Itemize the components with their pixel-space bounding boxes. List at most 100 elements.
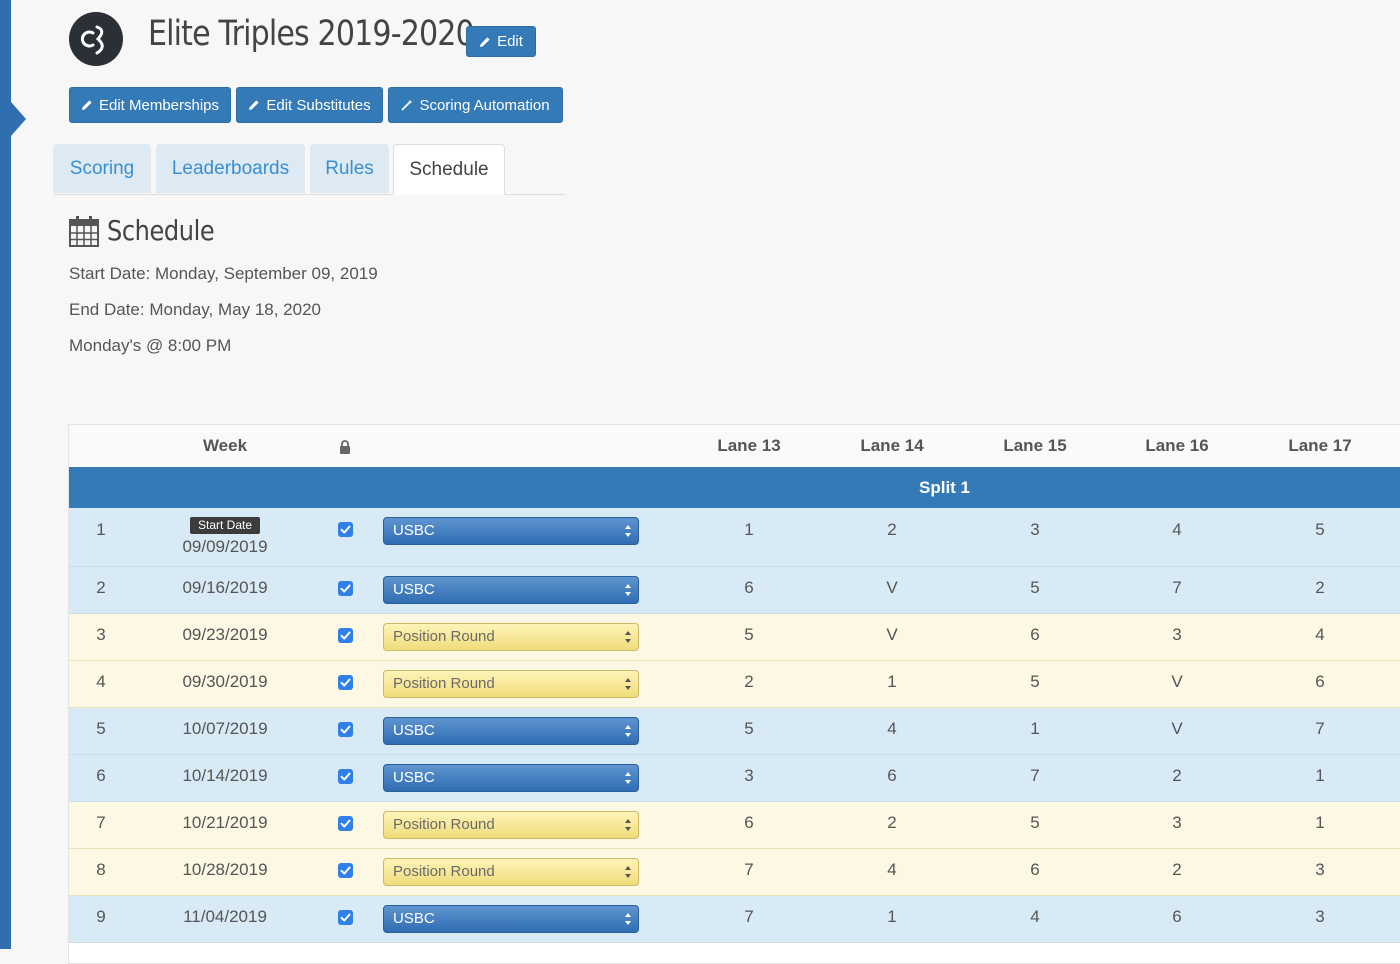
- week-number: 4: [96, 672, 106, 691]
- lane-15-cell: 5: [1030, 672, 1040, 691]
- lock-checkbox[interactable]: [338, 863, 353, 878]
- week-column-header: Week: [202, 436, 248, 455]
- sidebar-toggle-arrow[interactable]: [11, 102, 26, 136]
- tab-rules[interactable]: Rules: [310, 144, 389, 193]
- week-date: 09/23/2019: [182, 625, 268, 644]
- format-select[interactable]: Position Round: [383, 858, 639, 886]
- tab-schedule[interactable]: Schedule: [393, 144, 505, 195]
- select-arrows-icon: [625, 525, 631, 537]
- scoring-automation-label: Scoring Automation: [419, 96, 550, 114]
- week-date: 10/28/2019: [182, 860, 268, 879]
- format-select-value: Position Round: [393, 675, 495, 692]
- lane-13-cell: 5: [744, 719, 754, 738]
- format-select[interactable]: USBC: [383, 576, 639, 604]
- lane-17-cell: 4: [1315, 625, 1325, 644]
- lane-16-cell: 6: [1172, 907, 1182, 926]
- week-date: 09/30/2019: [182, 672, 268, 691]
- lane-16-cell: 2: [1172, 766, 1182, 785]
- lane-13-cell: 3: [744, 766, 754, 785]
- tab-scoring[interactable]: Scoring: [53, 144, 151, 193]
- start-date-text: Start Date: Monday, September 09, 2019: [69, 264, 378, 283]
- lane-13-cell: 5: [744, 625, 754, 644]
- lane-15-cell: 6: [1030, 625, 1040, 644]
- scoring-automation-button[interactable]: Scoring Automation: [388, 87, 563, 123]
- lock-checkbox[interactable]: [338, 522, 353, 537]
- format-select[interactable]: USBC: [383, 717, 639, 745]
- lane-14-cell: 2: [887, 520, 897, 539]
- lane-14-cell: V: [886, 625, 898, 644]
- lane-17-cell: 1: [1315, 766, 1325, 785]
- lane-17-cell: 3: [1315, 860, 1325, 879]
- format-select-value: USBC: [393, 722, 435, 739]
- lock-checkbox[interactable]: [338, 628, 353, 643]
- format-select-value: USBC: [393, 581, 435, 598]
- format-select[interactable]: USBC: [383, 905, 639, 933]
- split-header-row: Split 1: [69, 467, 1400, 508]
- week-date: 10/07/2019: [182, 719, 268, 738]
- format-select[interactable]: USBC: [383, 517, 639, 545]
- app-logo[interactable]: [69, 12, 123, 66]
- format-select[interactable]: Position Round: [383, 670, 639, 698]
- week-date: 11/04/2019: [183, 907, 267, 926]
- logo-mark-icon: [80, 25, 104, 55]
- week-date: 10/21/2019: [182, 813, 268, 832]
- lane-14-cell: 1: [887, 672, 897, 691]
- lane-16-cell: V: [1171, 719, 1183, 738]
- edit-league-button[interactable]: Edit: [466, 26, 536, 57]
- lock-checkbox[interactable]: [338, 722, 353, 737]
- format-select[interactable]: Position Round: [383, 623, 639, 651]
- calendar-icon: [69, 215, 99, 247]
- week-number: 9: [96, 907, 106, 926]
- edit-button-label: Edit: [497, 33, 523, 50]
- lock-checkbox[interactable]: [338, 910, 353, 925]
- lane-14-cell: 4: [887, 860, 897, 879]
- week-number: 6: [96, 766, 106, 785]
- lane-14-header: Lane 14: [860, 436, 924, 455]
- checkbox-checked-icon: [340, 725, 351, 734]
- edit-substitutes-button[interactable]: Edit Substitutes: [236, 87, 383, 123]
- lane-15-cell: 6: [1030, 860, 1040, 879]
- lane-16-header: Lane 16: [1145, 436, 1209, 455]
- lane-16-cell: 4: [1172, 520, 1182, 539]
- lane-13-cell: 2: [744, 672, 754, 691]
- table-row: 1 Start Date 09/09/2019 USBC 1 2 3 4 5: [69, 508, 1400, 567]
- edit-substitutes-label: Edit Substitutes: [266, 96, 371, 114]
- checkbox-checked-icon: [340, 525, 351, 534]
- format-select[interactable]: Position Round: [383, 811, 639, 839]
- lane-15-header: Lane 15: [1003, 436, 1067, 455]
- lock-checkbox[interactable]: [338, 581, 353, 596]
- lane-17-cell: 1: [1315, 813, 1325, 832]
- lane-13-cell: 7: [744, 860, 754, 879]
- end-date-text: End Date: Monday, May 18, 2020: [69, 300, 322, 319]
- lock-checkbox[interactable]: [338, 675, 353, 690]
- edit-memberships-button[interactable]: Edit Memberships: [69, 87, 231, 123]
- lane-13-cell: 7: [744, 907, 754, 926]
- lane-15-cell: 1: [1030, 719, 1040, 738]
- format-select-value: Position Round: [393, 628, 495, 645]
- lane-16-cell: V: [1171, 672, 1183, 691]
- lock-column-header: [335, 425, 355, 467]
- start-date-badge: Start Date: [190, 517, 260, 534]
- lane-17-cell: 7: [1315, 719, 1325, 738]
- table-row: 5 10/07/2019 USBC 5 4 1 V 7: [69, 708, 1400, 755]
- table-row: 4 09/30/2019 Position Round 2 1 5 V 6: [69, 661, 1400, 708]
- format-select[interactable]: USBC: [383, 764, 639, 792]
- select-arrows-icon: [625, 772, 631, 784]
- table-row: 2 09/16/2019 USBC 6 V 5 7 2: [69, 567, 1400, 614]
- lock-checkbox[interactable]: [338, 769, 353, 784]
- table-row: 8 10/28/2019 Position Round 7 4 6 2 3: [69, 849, 1400, 896]
- table-row: 9 11/04/2019 USBC 7 1 4 6 3: [69, 896, 1400, 943]
- table-row: 3 09/23/2019 Position Round 5 V 6 3 4: [69, 614, 1400, 661]
- week-number: 1: [96, 520, 106, 539]
- lane-15-cell: 4: [1030, 907, 1040, 926]
- week-date: 10/14/2019: [182, 766, 268, 785]
- tab-leaderboards[interactable]: Leaderboards: [156, 144, 305, 193]
- lane-13-cell: 6: [744, 813, 754, 832]
- week-number: 7: [96, 813, 106, 832]
- format-select-value: USBC: [393, 910, 435, 927]
- week-date: 09/16/2019: [182, 578, 268, 597]
- page-title: Elite Triples 2019-2020: [148, 14, 475, 54]
- lock-icon: [340, 439, 350, 454]
- lane-16-cell: 7: [1172, 578, 1182, 597]
- lock-checkbox[interactable]: [338, 816, 353, 831]
